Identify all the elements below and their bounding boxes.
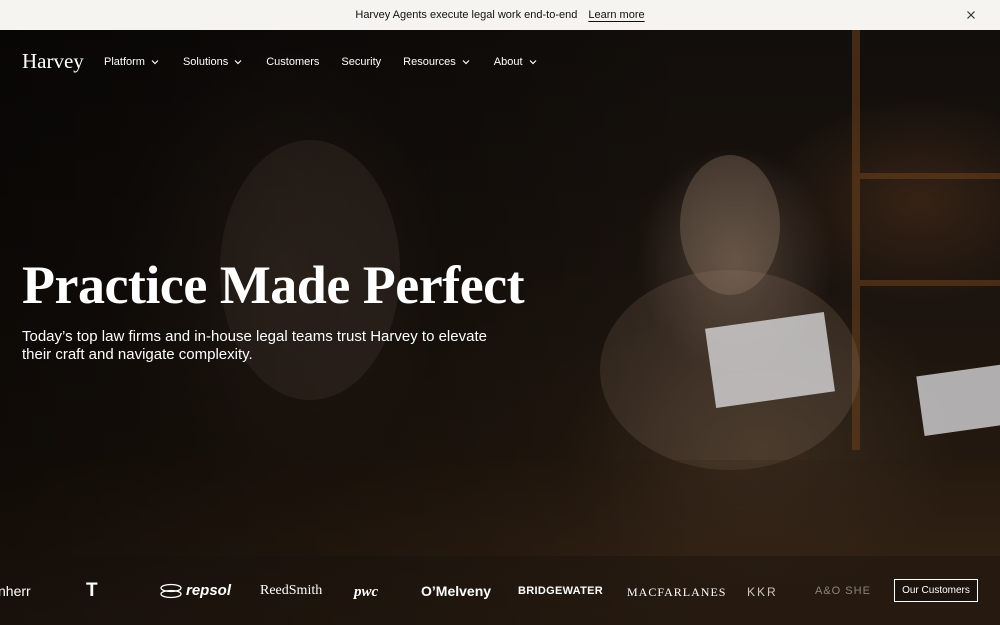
hero-subhead: Today’s top law firms and in-house legal…	[22, 328, 487, 363]
client-logo-omelveny: O’Melveny	[421, 583, 492, 599]
client-logo-bridgewater: BRIDGEWATER	[518, 585, 603, 597]
nav-item-resources[interactable]: Resources	[403, 55, 470, 69]
hero-headline: Practice Made Perfect	[22, 255, 525, 315]
client-logo-ao-shearman: A&O SHE	[815, 585, 871, 597]
nav-item-label: Solutions	[182, 56, 229, 68]
client-logo-telekom: T	[86, 580, 98, 601]
nav-item-label: Security	[341, 56, 382, 68]
main-nav: Platform Solutions Customers Security Re…	[104, 55, 537, 69]
client-logo-nherr: nherr	[0, 583, 31, 599]
client-logo-kkr: KKR	[747, 585, 778, 599]
announcement-bar: Harvey Agents execute legal work end-to-…	[0, 0, 1000, 30]
our-customers-button[interactable]: Our Customers	[894, 579, 978, 602]
nav-item-security[interactable]: Security	[341, 55, 381, 69]
nav-item-label: Platform	[104, 56, 145, 68]
nav-item-label: About	[493, 56, 523, 68]
nav-item-about[interactable]: About	[494, 55, 537, 69]
nav-item-label: Resources	[403, 56, 456, 68]
announcement-message: Harvey Agents execute legal work end-to-…	[355, 9, 578, 21]
harvey-logo[interactable]: Harvey	[22, 49, 84, 74]
close-icon[interactable]	[964, 8, 978, 22]
nav-item-label: Customers	[266, 56, 320, 68]
learn-more-link[interactable]: Learn more	[588, 9, 644, 21]
chevron-down-icon	[234, 60, 242, 65]
nav-item-customers[interactable]: Customers	[266, 55, 319, 69]
client-logo-reedsmith: ReedSmith	[260, 583, 323, 598]
client-logo-macfarlanes: MACFARLANES	[627, 585, 727, 599]
client-logo-repsol: repsol	[186, 582, 232, 599]
chevron-down-icon	[529, 60, 536, 65]
nav-item-platform[interactable]: Platform	[104, 55, 159, 69]
chevron-down-icon	[151, 60, 159, 65]
client-logo-pwc: pwc	[354, 584, 379, 600]
chevron-down-icon	[462, 60, 470, 65]
repsol-logo-icon	[160, 583, 182, 599]
nav-item-solutions[interactable]: Solutions	[183, 55, 242, 69]
